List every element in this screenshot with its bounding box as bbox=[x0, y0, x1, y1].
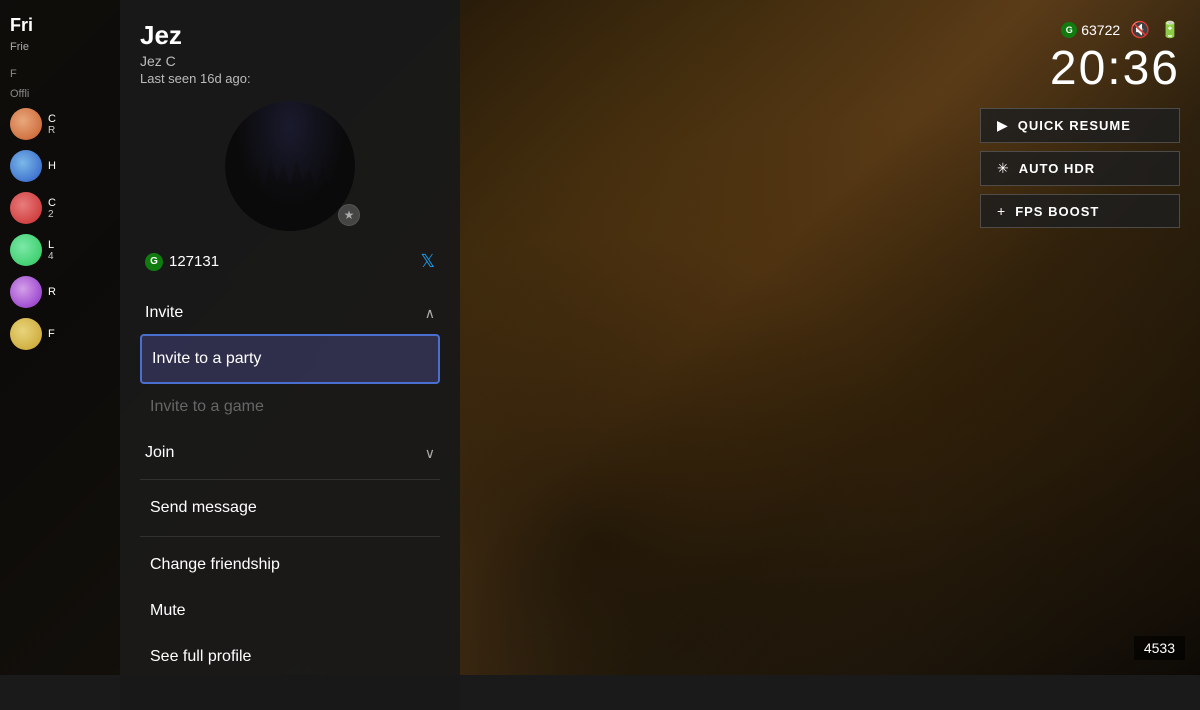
hud: G 63722 🔇 🔋 20:36 ▶ QUICK RESUME ✳ AUTO … bbox=[980, 20, 1180, 228]
sidebar-section-label: F bbox=[10, 68, 110, 80]
avatar bbox=[10, 150, 42, 182]
star-badge: ★ bbox=[338, 204, 360, 226]
friend-name: F bbox=[48, 328, 55, 340]
send-message-item[interactable]: Send message bbox=[140, 485, 440, 531]
avatar bbox=[10, 192, 42, 224]
invite-game-label: Invite to a game bbox=[150, 398, 264, 415]
fps-boost-button[interactable]: + FPS BOOST bbox=[980, 194, 1180, 228]
invite-section: Invite ∧ Invite to a party Invite to a g… bbox=[140, 292, 440, 430]
avatar bbox=[10, 318, 42, 350]
auto-hdr-button[interactable]: ✳ AUTO HDR bbox=[980, 151, 1180, 186]
play-icon: ▶ bbox=[997, 117, 1008, 134]
twitter-icon[interactable]: 𝕏 bbox=[420, 251, 435, 272]
plus-icon: + bbox=[997, 203, 1005, 219]
avatar bbox=[10, 108, 42, 140]
chevron-up-icon: ∧ bbox=[425, 305, 435, 322]
battery-icon: 🔋 bbox=[1160, 20, 1180, 40]
mute-label: Mute bbox=[150, 602, 186, 619]
gamerscore-value: 127131 bbox=[169, 253, 219, 270]
offline-label: Offli bbox=[10, 88, 110, 100]
see-full-profile-label: See full profile bbox=[150, 648, 251, 665]
hud-g-icon: G bbox=[1061, 22, 1077, 38]
join-section: Join ∨ bbox=[140, 432, 440, 474]
friend-detail: 2 bbox=[48, 209, 56, 220]
profile-header: Jez Jez C Last seen 16d ago: bbox=[140, 20, 440, 86]
list-item[interactable]: F bbox=[10, 318, 110, 350]
join-section-header[interactable]: Join ∨ bbox=[140, 432, 440, 474]
avatar bbox=[10, 234, 42, 266]
join-label: Join bbox=[145, 444, 174, 462]
invite-party-item[interactable]: Invite to a party bbox=[140, 334, 440, 384]
friend-name: C bbox=[48, 197, 56, 209]
list-item[interactable]: C R bbox=[10, 108, 110, 140]
list-item[interactable]: C 2 bbox=[10, 192, 110, 224]
hdr-icon: ✳ bbox=[997, 160, 1009, 177]
hud-buttons: ▶ QUICK RESUME ✳ AUTO HDR + FPS BOOST bbox=[980, 108, 1180, 228]
profile-stats: G 127131 𝕏 bbox=[140, 251, 440, 272]
profile-name: Jez bbox=[140, 20, 440, 51]
list-item[interactable]: R bbox=[10, 276, 110, 308]
score-badge: 4533 bbox=[1134, 636, 1185, 660]
mute-bell-icon: 🔇 bbox=[1130, 20, 1150, 40]
see-full-profile-item[interactable]: See full profile bbox=[140, 634, 440, 680]
change-friendship-label: Change friendship bbox=[150, 556, 280, 573]
hud-gamerscore: G 63722 bbox=[1061, 22, 1120, 38]
avatar bbox=[225, 101, 355, 231]
change-friendship-item[interactable]: Change friendship bbox=[140, 542, 440, 588]
hud-time: 20:36 bbox=[980, 45, 1180, 93]
profile-gamertag: Jez C bbox=[140, 53, 440, 69]
friend-name: R bbox=[48, 286, 56, 298]
avatar bbox=[10, 276, 42, 308]
sidebar: Fri Frie F Offli C R H C 2 L 4 R bbox=[0, 0, 120, 675]
invite-party-label: Invite to a party bbox=[152, 350, 261, 367]
hud-gamerscore-value: 63722 bbox=[1081, 22, 1120, 38]
divider bbox=[140, 536, 440, 537]
gamerscore: G 127131 bbox=[145, 253, 219, 271]
g-icon: G bbox=[145, 253, 163, 271]
divider bbox=[140, 479, 440, 480]
fps-boost-label: FPS BOOST bbox=[1015, 204, 1099, 219]
profile-avatar-container: ★ bbox=[140, 101, 440, 231]
friend-detail: R bbox=[48, 125, 56, 136]
profile-popup: Jez Jez C Last seen 16d ago: ★ G 127131 … bbox=[120, 0, 460, 710]
friend-detail: 4 bbox=[48, 251, 54, 262]
send-message-label: Send message bbox=[150, 499, 257, 516]
invite-label: Invite bbox=[145, 304, 183, 322]
mute-item[interactable]: Mute bbox=[140, 588, 440, 634]
auto-hdr-label: AUTO HDR bbox=[1019, 161, 1095, 176]
friend-name: C bbox=[48, 113, 56, 125]
friend-name: L bbox=[48, 239, 54, 251]
invite-game-item: Invite to a game bbox=[140, 384, 440, 430]
sidebar-title: Fri bbox=[10, 15, 110, 36]
list-item[interactable]: H bbox=[10, 150, 110, 182]
quick-resume-button[interactable]: ▶ QUICK RESUME bbox=[980, 108, 1180, 143]
hud-top-row: G 63722 🔇 🔋 bbox=[980, 20, 1180, 40]
profile-last-seen: Last seen 16d ago: bbox=[140, 71, 440, 86]
quick-resume-label: QUICK RESUME bbox=[1018, 118, 1131, 133]
chevron-down-icon: ∨ bbox=[425, 445, 435, 462]
list-item[interactable]: L 4 bbox=[10, 234, 110, 266]
friend-name: H bbox=[48, 160, 56, 172]
invite-section-header[interactable]: Invite ∧ bbox=[140, 292, 440, 334]
score-value: 4533 bbox=[1144, 640, 1175, 656]
sidebar-subtitle: Frie bbox=[10, 41, 110, 53]
avatar-image bbox=[225, 101, 355, 231]
